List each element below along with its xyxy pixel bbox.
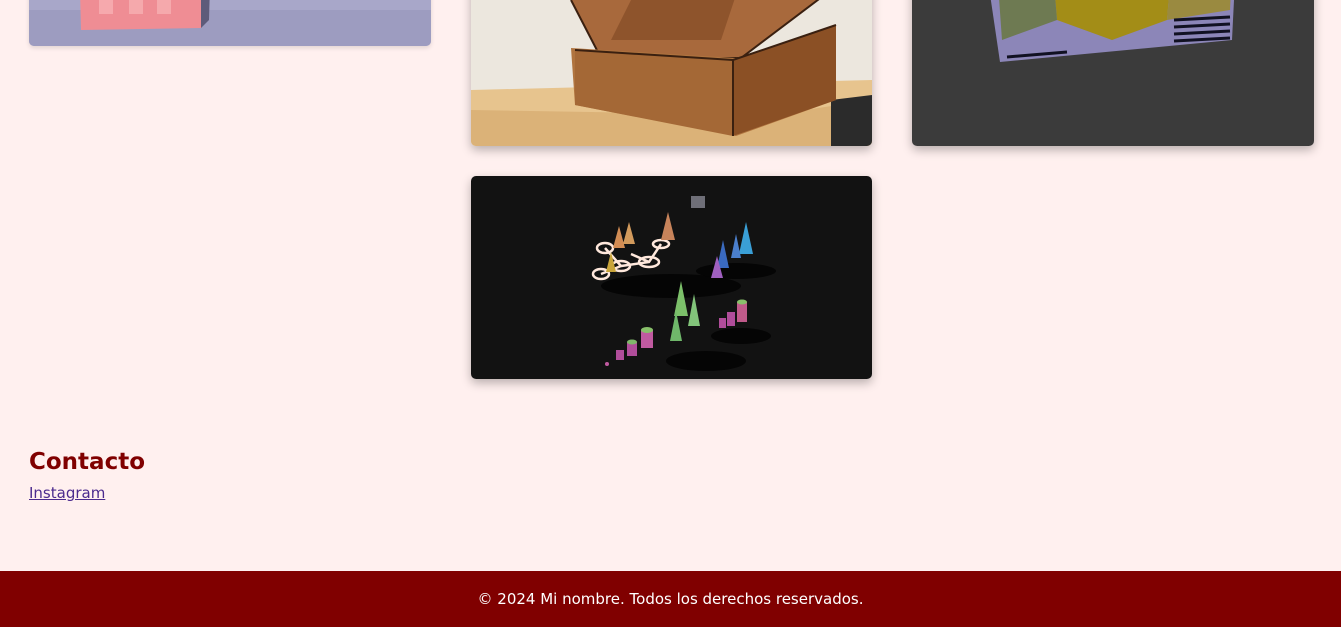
gallery-image-2[interactable] <box>471 0 872 146</box>
contact-heading: Contacto <box>29 449 145 475</box>
contact-section: Contacto Instagram <box>29 446 145 502</box>
cones-render-image <box>471 176 872 379</box>
instagram-link[interactable]: Instagram <box>29 484 105 502</box>
gallery-image-1[interactable] <box>29 0 431 46</box>
page: Contacto Instagram © 2024 Mi nombre. Tod… <box>0 0 1341 627</box>
faceted-object-image <box>912 0 1314 146</box>
footer: © 2024 Mi nombre. Todos los derechos res… <box>0 571 1341 627</box>
footer-copyright: © 2024 Mi nombre. Todos los derechos res… <box>477 590 864 608</box>
pink-object-image <box>29 0 431 46</box>
wooden-sculpture-image <box>471 0 872 146</box>
gallery-image-4[interactable] <box>471 176 872 379</box>
gallery-image-3[interactable] <box>912 0 1314 146</box>
